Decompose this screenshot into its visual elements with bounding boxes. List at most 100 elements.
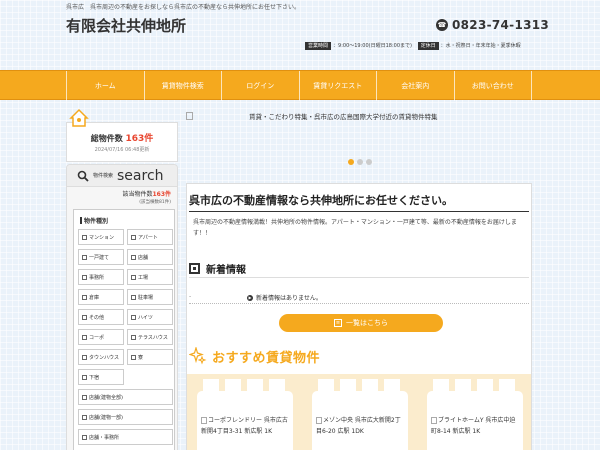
arrow-right-icon: ▶	[247, 294, 253, 301]
nav-rental-search[interactable]: 賃貸物件検索	[143, 71, 222, 101]
broken-image-icon	[431, 417, 437, 424]
count-value: 163件	[125, 134, 154, 144]
slider-dot-3[interactable]	[366, 159, 372, 165]
phone-icon: ☎	[436, 19, 448, 31]
property-card-3[interactable]: ブライトホームY 呉市広中迫町8-14 新広駅 1K	[427, 391, 523, 450]
hero-text: 呉市周辺の不動産情報満載！共伸地所の物件情報。アパート・マンション・一戸建て等、…	[193, 219, 517, 237]
sparkle-icon	[189, 347, 207, 365]
business-hours: 営業時間 ：9:00～19:00(日曜日18:00まで) 定休日 ：水・祝祭日・年末…	[305, 40, 535, 52]
type-option-shop-whole[interactable]: 店舗(建物全部)	[78, 389, 173, 405]
type-option-lodging[interactable]: 下宿	[78, 369, 124, 385]
checkbox[interactable]	[131, 354, 136, 360]
type-option-apartment[interactable]: アパート	[127, 229, 173, 245]
checkbox[interactable]	[131, 314, 136, 320]
header-tagline: 呉市広 呉市周辺の不動産をお探しなら呉市広の不動産なら共伸地所にお任せ下さい。	[66, 4, 301, 11]
type-option-shop-part[interactable]: 店舗(建物一部)	[78, 409, 173, 425]
property-card-text[interactable]: ブライトホームY 呉市広中迫町8-14 新広駅 1K	[431, 415, 521, 437]
property-type-grid: マンション アパート 一戸建て 店舗 事務所 工場 倉庫 駐車場 その他 ハイツ…	[74, 229, 174, 445]
type-option-dormitory[interactable]: 寮	[127, 349, 173, 365]
nav-rental-request[interactable]: 賃貸リクエスト	[298, 71, 377, 101]
checkbox[interactable]	[131, 274, 136, 280]
search-panel: 物件検索 search 該当物件数163件 (該当棟数81件) 物件種別 マンシ…	[66, 164, 178, 450]
hours-label: 営業時間	[305, 42, 332, 50]
type-option-warehouse[interactable]: 倉庫	[78, 289, 124, 305]
type-option-terrace-house[interactable]: テラスハウス	[127, 329, 173, 345]
house-icon	[69, 108, 89, 127]
holiday-value: ：水・祝祭日・年末年始・夏季休暇	[440, 43, 521, 49]
property-card-1[interactable]: コーポフレンドリー 呉市広古新開4丁目3-31 新広駅 1K	[197, 391, 293, 450]
checkbox[interactable]	[131, 294, 136, 300]
holiday-label: 定休日	[417, 42, 439, 50]
hero-title: 呉市広の不動産情報なら共伸地所にお任せください。	[189, 194, 453, 207]
type-option-corpo[interactable]: コーポ	[78, 329, 124, 345]
slider-caption[interactable]: 賃貸・こだわり特集・呉市広の広島国際大学付近の賃貸物件特集	[186, 111, 532, 121]
type-option-other[interactable]: その他	[78, 309, 124, 325]
main-content: 賃貸・こだわり特集・呉市広の広島国際大学付近の賃貸物件特集 呉市広の不動産情報な…	[186, 108, 532, 450]
news-title: 新着情報	[206, 265, 246, 276]
hit-value: 163件	[152, 191, 171, 198]
checkbox[interactable]	[82, 354, 87, 360]
slider-dots	[348, 159, 372, 165]
news-header: 新着情報	[189, 260, 529, 278]
type-option-parking[interactable]: 駐車場	[127, 289, 173, 305]
news-date: -	[189, 293, 192, 300]
slider-caption-text: 賃貸・こだわり特集・呉市広の広島国際大学付近の賃貸物件特集	[249, 113, 438, 121]
nav-home[interactable]: ホーム	[66, 71, 144, 101]
property-count-box: 総物件数 163件 2024/07/16 06:48更新	[66, 122, 178, 162]
type-option-factory[interactable]: 工場	[127, 269, 173, 285]
type-option-shop[interactable]: 店舗	[127, 249, 173, 265]
type-option-house[interactable]: 一戸建て	[78, 249, 124, 265]
checkbox[interactable]	[82, 334, 87, 340]
checkbox[interactable]	[82, 374, 87, 380]
slider-dot-1[interactable]	[348, 159, 354, 165]
type-option-heights[interactable]: ハイツ	[127, 309, 173, 325]
feature-slider[interactable]: 賃貸・こだわり特集・呉市広の広島国際大学付近の賃貸物件特集	[186, 108, 532, 168]
count-updated-date: 2024/07/16 06:48更新	[94, 147, 150, 153]
checkbox[interactable]	[82, 274, 87, 280]
slider-dot-2[interactable]	[357, 159, 363, 165]
content-panel: 呉市広の不動産情報なら共伸地所にお任せください。 呉市周辺の不動産情報満載！共伸…	[186, 183, 532, 450]
checkbox[interactable]	[82, 294, 87, 300]
phone-number[interactable]: 0823-74-1313	[452, 18, 549, 32]
hit-label: 該当物件数	[122, 191, 153, 198]
list-icon: ≡	[334, 319, 342, 327]
checkbox[interactable]	[82, 314, 87, 320]
hero-divider	[189, 211, 529, 212]
global-nav: ホーム 賃貸物件検索 ログイン 賃貸リクエスト 会社案内 お問い合わせ	[0, 70, 600, 101]
checkbox[interactable]	[82, 414, 87, 420]
nav-company[interactable]: 会社案内	[376, 71, 454, 101]
news-icon	[189, 263, 200, 274]
news-list-button[interactable]: ≡ 一覧はこちら	[279, 314, 443, 332]
property-card-text[interactable]: メゾン中央 呉市広大新開2丁目6-20 広駅 1DK	[316, 415, 406, 437]
checkbox[interactable]	[131, 254, 136, 260]
nav-contact[interactable]: お問い合わせ	[453, 71, 532, 101]
broken-image-icon	[316, 417, 322, 424]
nav-login[interactable]: ログイン	[221, 71, 299, 101]
checkbox[interactable]	[82, 254, 87, 260]
search-small-label: 物件検索	[93, 173, 114, 179]
property-card-text[interactable]: コーポフレンドリー 呉市広古新開4丁目3-31 新広駅 1K	[201, 415, 291, 437]
property-type-title: 物件種別	[80, 216, 174, 225]
site-title[interactable]: 有限会社共伸地所	[66, 15, 186, 36]
property-card-2[interactable]: メゾン中央 呉市広大新開2丁目6-20 広駅 1DK	[312, 391, 408, 450]
phone-block: ☎ 0823-74-1313	[436, 18, 549, 32]
type-option-shop-office[interactable]: 店舗・事務所	[78, 429, 173, 445]
checkbox[interactable]	[131, 234, 136, 240]
search-header: 物件検索 search	[67, 165, 177, 187]
type-option-office[interactable]: 事務所	[78, 269, 124, 285]
news-list-label: 一覧はこちら	[346, 319, 388, 327]
news-entry: ▶ 新着情報はありません。	[247, 293, 322, 302]
hours-value: ：9:00～19:00(日曜日18:00まで)	[333, 43, 412, 49]
type-option-mansion[interactable]: マンション	[78, 229, 124, 245]
checkbox[interactable]	[82, 434, 87, 440]
property-type-panel: 物件種別 マンション アパート 一戸建て 店舗 事務所 工場 倉庫 駐車場 その…	[73, 209, 175, 450]
recommend-header: おすすめ賃貸物件	[189, 344, 320, 368]
checkbox[interactable]	[82, 234, 87, 240]
news-item: - ▶ 新着情報はありません。	[189, 292, 529, 304]
news-text: 新着情報はありません。	[256, 295, 322, 302]
count-label: 総物件数	[90, 134, 123, 143]
checkbox[interactable]	[82, 394, 87, 400]
broken-image-icon	[186, 112, 193, 120]
type-option-town-house[interactable]: タウンハウス	[78, 349, 124, 365]
checkbox[interactable]	[131, 334, 136, 340]
